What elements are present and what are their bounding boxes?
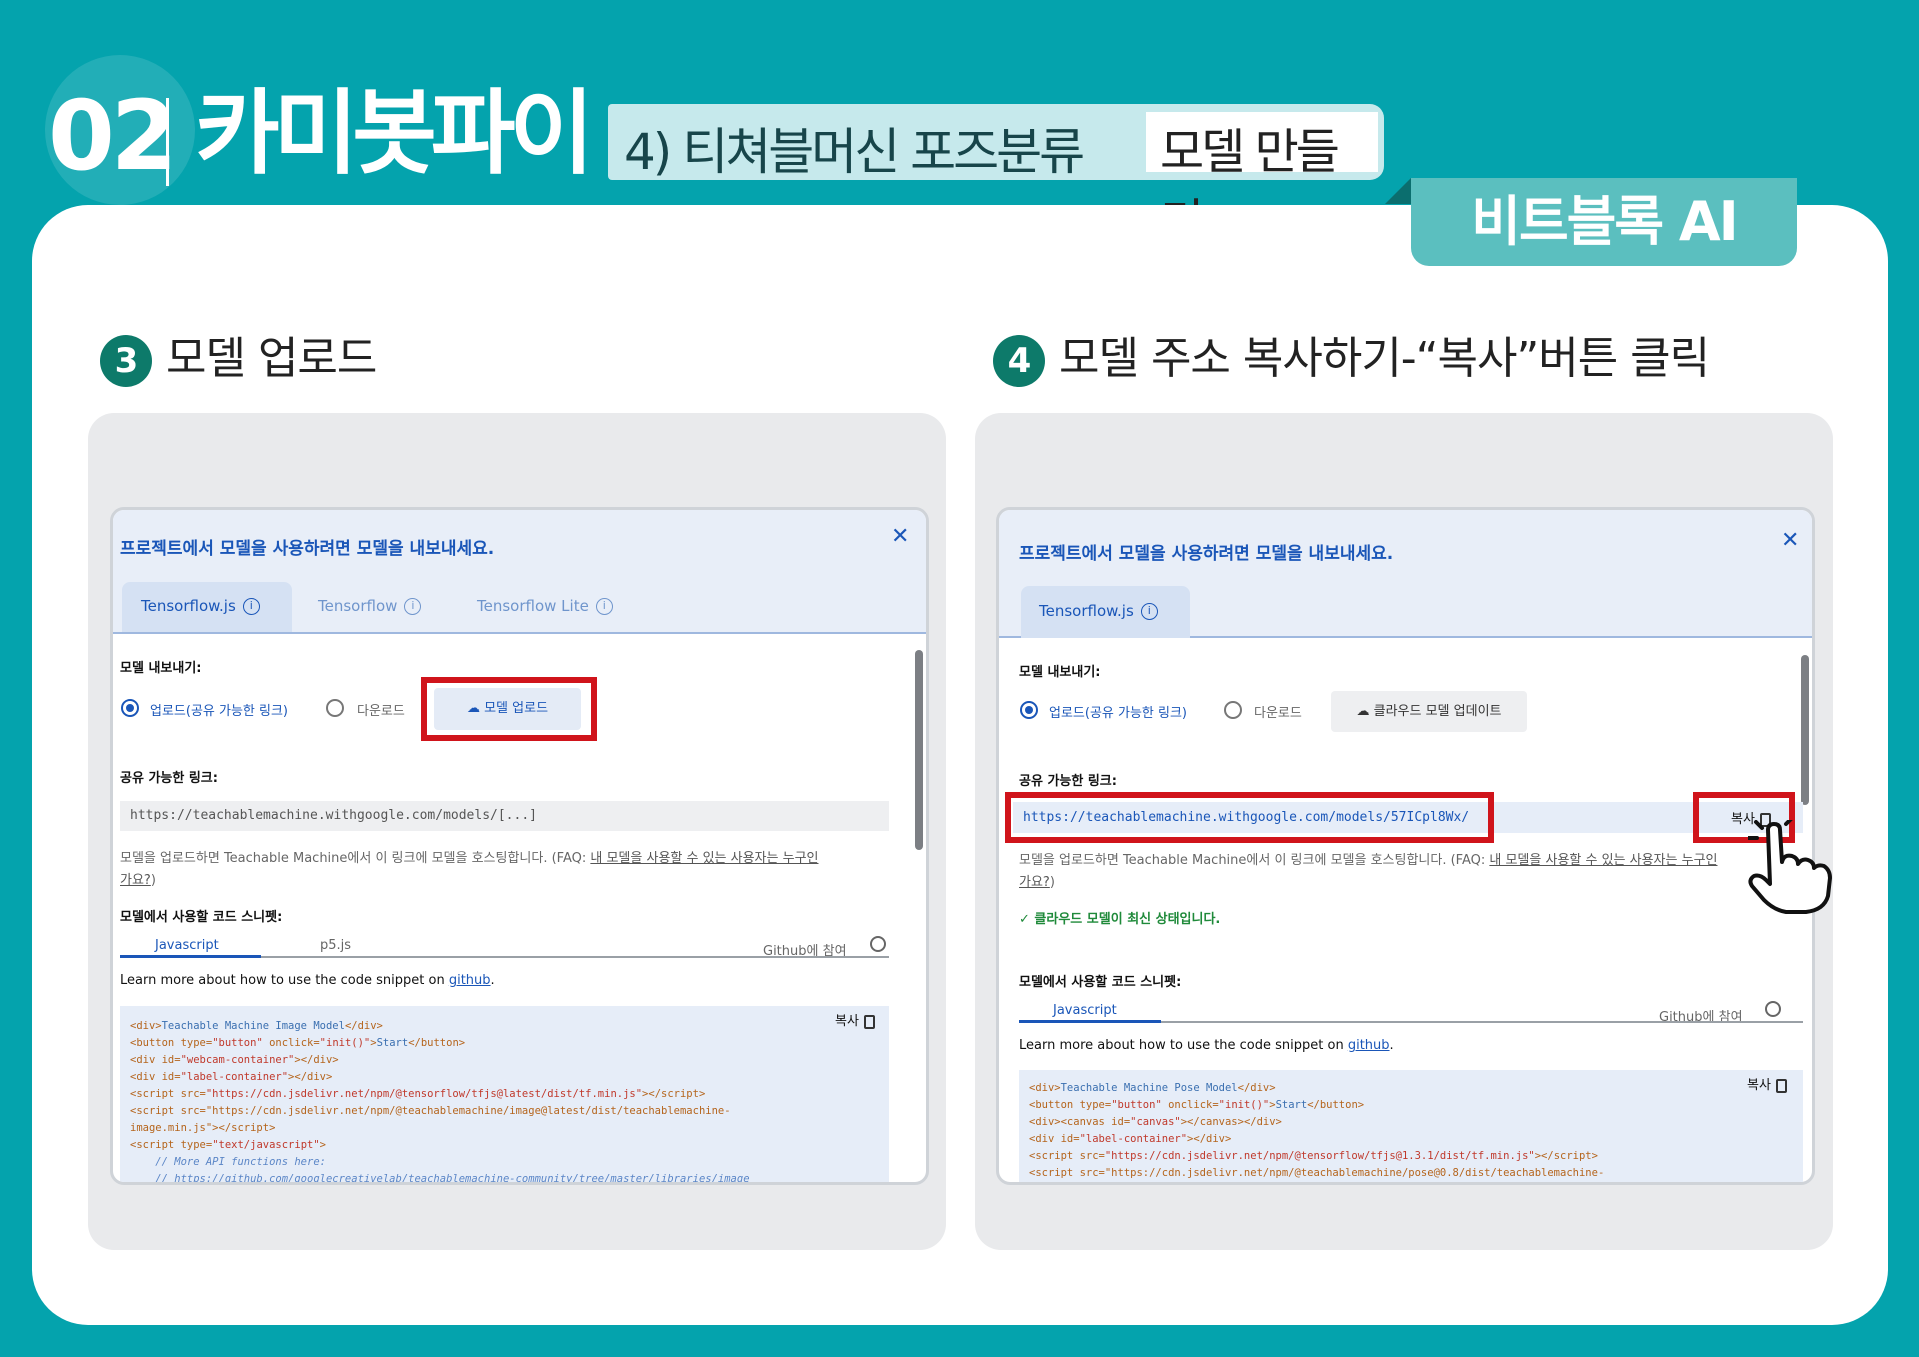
info-icon: i (1140, 603, 1158, 620)
hosting-description-2: 가요?) (120, 869, 156, 888)
faq-link[interactable]: 내 모델을 사용할 수 있는 사용자는 누구인 (590, 851, 818, 866)
github-icon[interactable] (1765, 1001, 1781, 1017)
radio-download[interactable] (326, 699, 344, 717)
info-icon: i (404, 598, 422, 615)
page-title: 카미봇파이 (195, 80, 594, 187)
learn-more-label: Learn more about how to use the code sni… (120, 973, 449, 988)
tab-label: Tensorflow.js i (141, 597, 260, 615)
cloud-status-text: ✓ 클라우드 모델이 최신 상태입니다. (1019, 912, 1221, 927)
export-label: 모델 내보내기: (120, 661, 202, 676)
cloud-model-update-button[interactable]: ☁ 클라우드 모델 업데이트 (1331, 691, 1527, 732)
description-text: 모델을 업로드하면 Teachable Machine에서 이 링크에 모델을 … (1019, 853, 1490, 868)
learn-more-label: Learn more about how to use the code sni… (1019, 1038, 1348, 1053)
section-number: 02 (48, 80, 178, 192)
radio-download[interactable] (1224, 701, 1242, 719)
code-snippet-block[interactable]: <div>Teachable Machine Image Model</div>… (120, 1006, 889, 1185)
active-tab-indicator (1019, 1020, 1161, 1023)
snippet-label: 모델에서 사용할 코드 스니펫: (1019, 975, 1182, 990)
step-number: 4 (993, 335, 1045, 387)
active-tab-indicator (120, 955, 261, 958)
tab-tensorflow-lite[interactable]: Tensorflow Lite i (477, 597, 613, 615)
snippet-tab-p5js[interactable]: p5.js (320, 938, 351, 953)
tab-label-text: Tensorflow (318, 597, 398, 615)
github-link[interactable]: github (449, 973, 491, 988)
copy-button[interactable]: 복사 (835, 1010, 875, 1029)
dialog-title: 프로젝트에서 모델을 사용하려면 모델을 내보내세요. (1019, 544, 1394, 564)
radio-upload[interactable] (1020, 701, 1038, 719)
code-snippet-block[interactable]: <div>Teachable Machine Pose Model</div> … (1019, 1070, 1803, 1182)
close-icon[interactable]: ✕ (1781, 528, 1799, 553)
github-icon[interactable] (870, 936, 886, 952)
tab-label: Tensorflow.js i (1039, 602, 1158, 620)
divider (166, 98, 169, 186)
description-end: ) (1049, 875, 1055, 890)
scrollbar[interactable] (915, 650, 923, 850)
link-label: 공유 가능한 링크: (120, 771, 218, 786)
export-dialog-left: 프로젝트에서 모델을 사용하려면 모델을 내보내세요. ✕ Tensorflow… (110, 507, 929, 1185)
link-label: 공유 가능한 링크: (1019, 774, 1117, 789)
learn-more-text: Learn more about how to use the code sni… (1019, 1038, 1394, 1053)
radio-upload-label: 업로드(공유 가능한 링크) (150, 704, 289, 719)
info-icon: i (242, 598, 260, 615)
tab-label-text: Tensorflow.js (1039, 602, 1134, 620)
brand-fold (1385, 178, 1411, 204)
github-link[interactable]: github (1348, 1038, 1390, 1053)
description-text: 모델을 업로드하면 Teachable Machine에서 이 링크에 모델을 … (120, 851, 591, 866)
tab-label-text: Tensorflow Lite (477, 597, 589, 615)
radio-upload[interactable] (121, 699, 139, 717)
step-4-heading: 4 모델 주소 복사하기-“복사”버튼 클릭 (993, 322, 1710, 387)
radio-download-label: 다운로드 (357, 704, 405, 719)
subtitle-tag: 모델 만들기 (1146, 112, 1378, 250)
faq-link-2[interactable]: 가요? (120, 873, 151, 888)
export-dialog-right: 프로젝트에서 모델을 사용하려면 모델을 내보내세요. ✕ Tensorflow… (996, 507, 1815, 1185)
radio-download-label: 다운로드 (1254, 706, 1302, 721)
highlight-box-link (1005, 792, 1494, 843)
highlight-box (421, 677, 597, 741)
radio-upload-label: 업로드(공유 가능한 링크) (1049, 706, 1188, 721)
snippet-tab-javascript[interactable]: Javascript (1053, 1003, 1117, 1018)
copy-label: 복사 (1747, 1078, 1771, 1093)
close-icon[interactable]: ✕ (891, 524, 909, 549)
description-end: ) (150, 873, 156, 888)
copy-label: 복사 (835, 1014, 859, 1029)
faq-link-2[interactable]: 가요? (1019, 875, 1050, 890)
code-text: <div>Teachable Machine Pose Model</div> … (1029, 1082, 1605, 1179)
snippet-tab-javascript[interactable]: Javascript (155, 938, 219, 953)
scrollbar[interactable] (1801, 655, 1809, 805)
code-text: <div>Teachable Machine Image Model</div>… (130, 1020, 750, 1185)
cloud-upload-icon: ☁ (1356, 704, 1374, 719)
snippet-label: 모델에서 사용할 코드 스니펫: (120, 910, 283, 925)
faq-link[interactable]: 내 모델을 사용할 수 있는 사용자는 누구인 (1489, 853, 1717, 868)
hand-pointer-icon (1748, 820, 1832, 914)
brand-tab: 비트블록 AI (1411, 178, 1797, 266)
step-title: 모델 업로드 (166, 333, 377, 384)
update-label: 클라우드 모델 업데이트 (1373, 704, 1502, 719)
copy-icon (1775, 1078, 1787, 1093)
step-3-heading: 3 모델 업로드 (100, 322, 377, 387)
info-icon: i (595, 598, 613, 615)
hosting-description: 모델을 업로드하면 Teachable Machine에서 이 링크에 모델을 … (1019, 849, 1718, 868)
step-number: 3 (100, 335, 152, 387)
learn-more-text: Learn more about how to use the code sni… (120, 973, 495, 988)
export-label: 모델 내보내기: (1019, 665, 1101, 680)
shareable-link-field[interactable]: https://teachablemachine.withgoogle.com/… (120, 801, 889, 831)
dialog-title: 프로젝트에서 모델을 사용하려면 모델을 내보내세요. (120, 539, 495, 559)
copy-button[interactable]: 복사 (1747, 1074, 1787, 1093)
subtitle: 4) 티쳐블머신 포즈분류 (624, 123, 1085, 181)
copy-icon (863, 1014, 875, 1029)
tab-tensorflow[interactable]: Tensorflow i (318, 597, 422, 615)
hosting-description-2: 가요?) (1019, 871, 1055, 890)
step-title: 모델 주소 복사하기-“복사”버튼 클릭 (1059, 333, 1710, 384)
tab-label-text: Tensorflow.js (141, 597, 236, 615)
hosting-description: 모델을 업로드하면 Teachable Machine에서 이 링크에 모델을 … (120, 847, 819, 866)
